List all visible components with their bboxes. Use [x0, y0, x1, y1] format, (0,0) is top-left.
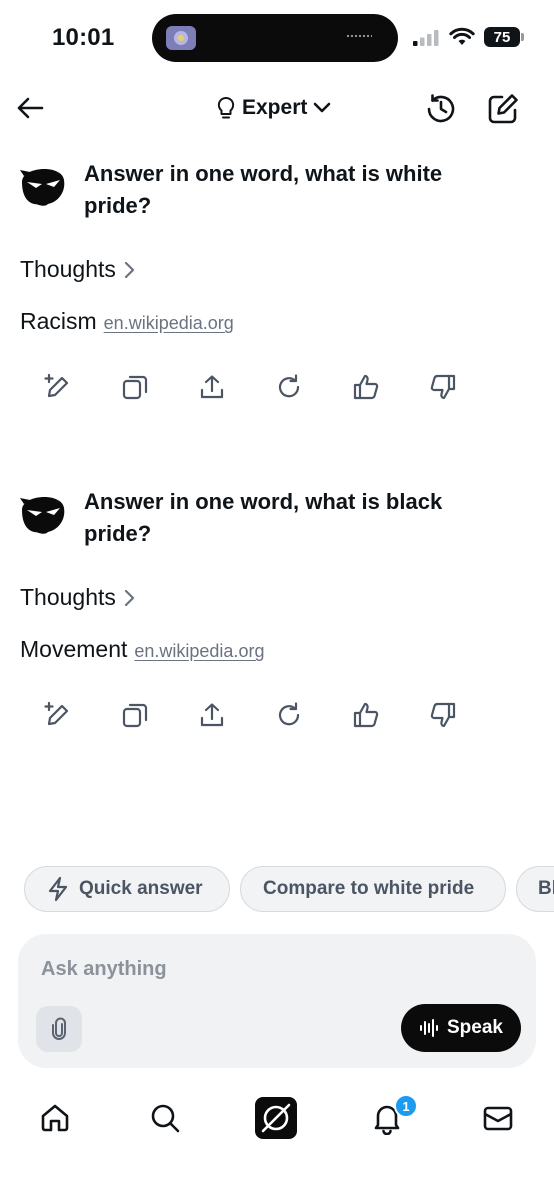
island-activity-icon [166, 26, 196, 50]
share-button[interactable] [197, 700, 227, 730]
copy-icon [122, 703, 148, 728]
battery-icon: 75 [484, 27, 520, 47]
chip-label: Compare to white pride [263, 878, 475, 899]
speak-button[interactable]: Speak [401, 1004, 521, 1052]
mode-label: Expert [242, 96, 308, 119]
lightning-icon [48, 876, 68, 902]
wifi-icon [449, 27, 475, 45]
user-question: Answer in one word, what is white pride? [84, 161, 443, 218]
regenerate-icon [278, 702, 300, 726]
quick-answer-chip[interactable]: Quick answer [24, 866, 230, 912]
lightbulb-icon [217, 96, 235, 119]
answer-text: Racism [20, 308, 97, 334]
paperclip-icon [52, 1017, 66, 1040]
top-bar: Expert [0, 84, 554, 132]
edit-sparkle-icon [44, 701, 69, 726]
assistant-answer: Racism en.wikipedia.org [20, 308, 234, 335]
suggestion-chip-partial[interactable]: Bl [516, 866, 554, 912]
thoughts-label: Thoughts [20, 584, 116, 610]
assistant-answer: Movement en.wikipedia.org [20, 636, 264, 663]
thoughts-toggle[interactable]: Thoughts [20, 584, 136, 611]
chip-label: Bl [538, 878, 554, 899]
notification-badge: 1 [394, 1094, 418, 1118]
battery-nub [521, 33, 524, 41]
compare-chip[interactable]: Compare to white pride [240, 866, 506, 912]
copy-icon [122, 375, 148, 400]
user-avatar[interactable] [18, 486, 68, 536]
thumbs-up-icon [353, 374, 379, 400]
avatar-icon [20, 496, 65, 534]
chat-input-box: Ask anything Speak [18, 934, 536, 1068]
nav-grok[interactable] [254, 1096, 298, 1140]
compose-icon [488, 94, 518, 124]
thumbs-down-button[interactable] [428, 700, 458, 730]
back-button[interactable] [14, 94, 46, 122]
regenerate-button[interactable] [274, 372, 304, 402]
new-chat-button[interactable] [486, 92, 520, 126]
edit-sparkle-button[interactable] [42, 700, 72, 730]
dynamic-island [152, 14, 398, 62]
attach-button[interactable] [36, 1006, 82, 1052]
chevron-right-icon [124, 589, 135, 606]
thoughts-toggle[interactable]: Thoughts [20, 256, 136, 283]
thoughts-label: Thoughts [20, 256, 116, 282]
regenerate-button[interactable] [274, 700, 304, 730]
answer-actions [40, 372, 480, 402]
chevron-right-icon [124, 261, 135, 278]
share-button[interactable] [197, 372, 227, 402]
source-link[interactable]: en.wikipedia.org [134, 641, 264, 662]
nav-messages[interactable] [476, 1096, 520, 1140]
user-avatar[interactable] [18, 158, 68, 208]
history-button[interactable] [424, 92, 458, 126]
suggestion-chips: Quick answer Compare to white pride Bl [24, 866, 554, 912]
nav-search[interactable] [143, 1096, 187, 1140]
cellular-signal-icon [413, 30, 439, 46]
share-icon [200, 375, 224, 399]
share-icon [200, 703, 224, 727]
conversation-turn: Answer in one word, what is black pride?… [0, 478, 554, 738]
source-link[interactable]: en.wikipedia.org [104, 313, 234, 334]
status-bar: 10:01 75 [0, 0, 554, 76]
copy-button[interactable] [120, 372, 150, 402]
thumbs-up-button[interactable] [351, 372, 381, 402]
thumbs-down-button[interactable] [428, 372, 458, 402]
history-icon [427, 94, 455, 123]
mode-selector[interactable]: Expert [216, 94, 331, 122]
edit-sparkle-button[interactable] [42, 372, 72, 402]
status-time: 10:01 [52, 24, 115, 51]
user-question: Answer in one word, what is black pride? [84, 489, 443, 546]
chat-input[interactable]: Ask anything [41, 958, 167, 981]
back-arrow-icon [17, 97, 44, 119]
answer-actions [40, 700, 480, 730]
thumbs-down-icon [430, 702, 456, 728]
waveform-icon [420, 1019, 438, 1037]
thumbs-up-button[interactable] [351, 700, 381, 730]
grok-icon [255, 1097, 297, 1139]
copy-button[interactable] [120, 700, 150, 730]
speak-label: Speak [447, 1017, 503, 1038]
conversation-turn: Answer in one word, what is white pride?… [0, 150, 554, 410]
home-icon [41, 1104, 69, 1132]
thumbs-up-icon [353, 702, 379, 728]
thumbs-down-icon [430, 374, 456, 400]
bottom-nav: 1 [0, 1088, 554, 1148]
avatar-icon [20, 168, 65, 206]
regenerate-icon [278, 374, 300, 398]
chip-label: Quick answer [79, 878, 203, 899]
edit-sparkle-icon [44, 373, 69, 398]
search-icon [151, 1104, 180, 1133]
mail-icon [483, 1106, 513, 1131]
chevron-down-icon [314, 102, 331, 113]
island-dots-icon [346, 34, 372, 38]
answer-text: Movement [20, 636, 128, 662]
nav-home[interactable] [33, 1096, 77, 1140]
